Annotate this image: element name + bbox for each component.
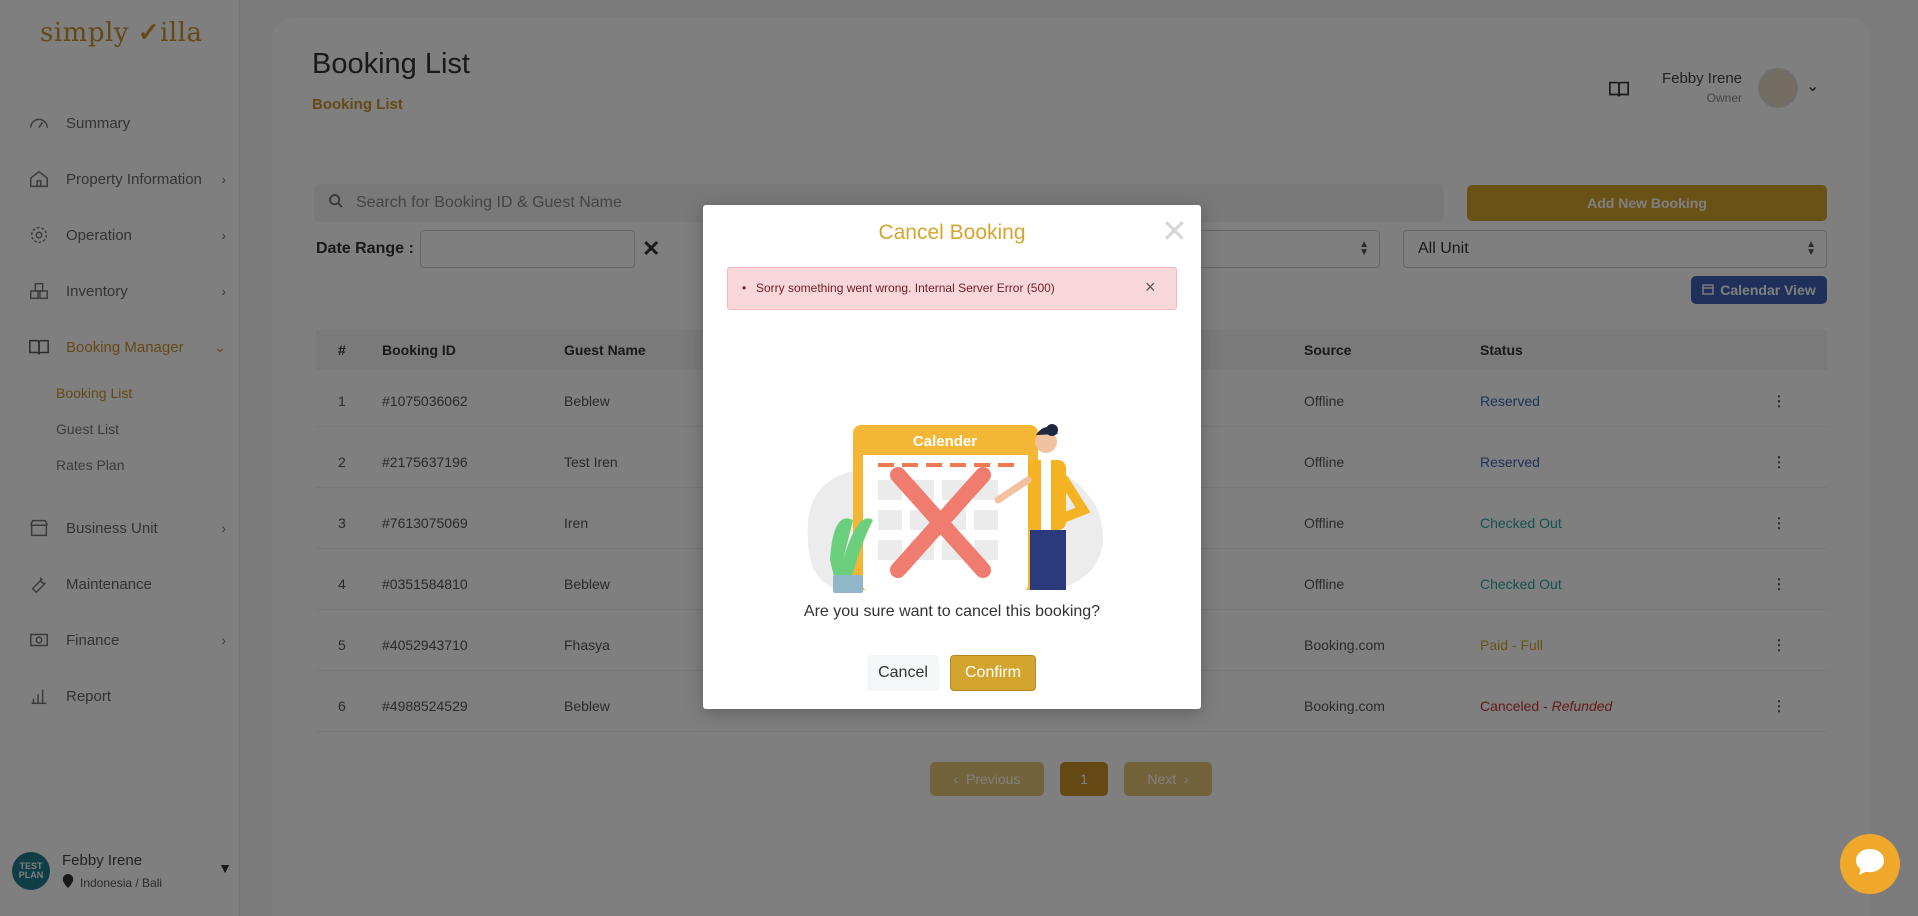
confirm-button[interactable]: Confirm bbox=[950, 655, 1036, 691]
chat-bubble-icon bbox=[1854, 847, 1886, 882]
close-icon[interactable]: × bbox=[1145, 278, 1156, 296]
cancel-button[interactable]: Cancel bbox=[867, 655, 939, 691]
error-message: Sorry something went wrong. Internal Ser… bbox=[756, 281, 1055, 295]
modal-title: Cancel Booking bbox=[878, 221, 1026, 244]
close-icon[interactable]: ✕ bbox=[1161, 215, 1188, 247]
confirm-question: Are you sure want to cancel this booking… bbox=[803, 603, 1101, 620]
error-alert: • Sorry something went wrong. Internal S… bbox=[727, 267, 1177, 310]
calendar-cancel-illustration: Calender bbox=[807, 424, 1103, 593]
chat-button[interactable] bbox=[1840, 834, 1900, 894]
calendar-label: Calender bbox=[913, 433, 977, 450]
cancel-booking-modal: Cancel Booking ✕ • Sorry something went … bbox=[703, 205, 1201, 709]
